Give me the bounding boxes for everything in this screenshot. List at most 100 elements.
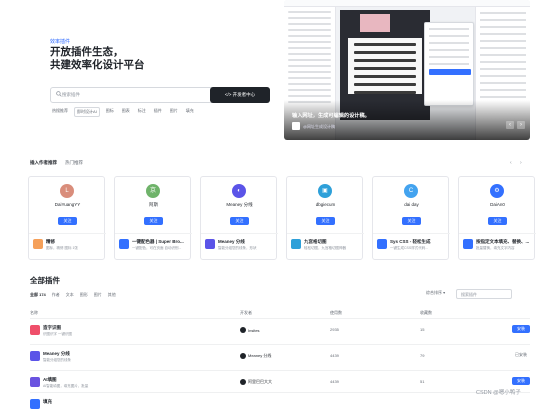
author-avatar: L — [60, 184, 74, 198]
hot-item[interactable]: 即时设计AI — [74, 107, 100, 117]
author-avatar: ⚙ — [490, 184, 504, 198]
author-avatar: C — [404, 184, 418, 198]
plugin-desc: 智能分组您的线条，形状 — [218, 246, 257, 250]
follow-button[interactable]: 关注 — [230, 217, 249, 225]
plugin-name[interactable]: Meaney 分线 — [218, 239, 274, 245]
prev-slide-button[interactable]: ‹ — [506, 121, 514, 129]
author-name: DaiAn0 — [490, 202, 505, 207]
developer-avatar — [240, 379, 246, 385]
install-button[interactable]: 安装 — [512, 377, 530, 385]
plugin-icon — [30, 399, 40, 409]
showcase-caption: 输入网址，生成可编辑的设计稿。 — [292, 113, 370, 119]
table-row[interactable]: Meaney 分线 智能分组您的线条 Meaney 分线 4439 79 已安装 — [30, 344, 530, 370]
sort-dropdown[interactable]: 综合排序 ▾ — [426, 290, 445, 296]
plugin-name[interactable]: 一键配色器 | Super Bro... — [132, 239, 188, 245]
plugin-desc: 批量替换，填充文字内容 — [476, 246, 515, 250]
editor-toolbar — [284, 0, 530, 7]
plugin-dialog — [424, 22, 474, 106]
hot-item[interactable]: 填充 — [184, 107, 196, 117]
plugin-name: 造字识图 — [43, 325, 61, 330]
author-avatar: ▣ — [318, 184, 332, 198]
filter-tabs: 全部 174 作者 文本 图形 图片 其他 — [30, 292, 116, 298]
uses-count: 4439 — [330, 353, 339, 358]
author-card[interactable]: L DaiYuangYY 关注 精修 图标，精修 图标 1张 — [28, 176, 106, 260]
follow-button[interactable]: 关注 — [58, 217, 77, 225]
author-avatar: 京 — [146, 184, 160, 198]
hero-title: 开放插件生态， 共建效率化设计平台 — [50, 46, 250, 72]
hot-item[interactable]: 图表 — [120, 107, 132, 117]
page-next-button[interactable]: › — [520, 160, 522, 166]
developer-avatar — [240, 353, 246, 359]
hot-item[interactable]: 图标 — [104, 107, 116, 117]
follow-button[interactable]: 关注 — [316, 217, 335, 225]
plugin-name[interactable]: 精修 — [46, 239, 102, 245]
hero-search-box[interactable]: 搜索插件 </> 开发者中心 — [50, 87, 270, 103]
watermark: CSDN @嗯小鸭子 — [476, 390, 521, 396]
tab-shape[interactable]: 图形 — [80, 292, 88, 298]
hot-item[interactable]: 图片 — [168, 107, 180, 117]
plugin-desc: 一键配色，可在页面 自动识别... — [132, 246, 182, 250]
plugin-icon — [30, 325, 40, 335]
table-row[interactable]: 造字识图 识图识字 一键识图 Insites 2935 15 安装 — [30, 318, 530, 344]
favs-count: 79 — [420, 353, 425, 358]
author-name: DaiYuangYY — [54, 202, 81, 207]
showcase-author: @网址生成设计稿 — [303, 124, 336, 129]
hero-title-line1: 开放插件生态， — [50, 46, 124, 58]
follow-button[interactable]: 关注 — [402, 217, 421, 225]
developer-avatar — [240, 327, 246, 333]
hot-search-list: 热搜推荐 即时设计AI 图标 图表 标注 插件 图片 填充 — [50, 107, 196, 117]
follow-button[interactable]: 关注 — [488, 217, 507, 225]
search-placeholder[interactable]: 搜索插件 — [62, 92, 80, 98]
plugin-icon — [33, 239, 43, 249]
col-uses: 使用数 — [330, 310, 342, 315]
plugin-desc: 一键生成CSS样式代码... — [390, 246, 429, 250]
tab-author-recommend[interactable]: 插入作者推荐 — [30, 160, 57, 166]
developer[interactable]: Insites — [240, 327, 260, 333]
tab-all[interactable]: 全部 174 — [30, 292, 46, 298]
author-card[interactable]: ◐ Meaney 分线 关注 Meaney 分线 智能分组您的线条，形状 — [200, 176, 278, 260]
author-card[interactable]: C dai day 关注 Sys CSS - 轻松生成 一键生成CSS样式代码.… — [372, 176, 450, 260]
author-name: dbgiecum — [315, 202, 336, 207]
hero-tag: 效率插件 — [50, 39, 71, 45]
plugin-name[interactable]: 按指定文本填充、替换、... — [476, 239, 532, 245]
plugin-name[interactable]: 九宫格切图 — [304, 239, 360, 245]
table-row[interactable]: 填充 — [30, 392, 530, 418]
plugin-search-placeholder: 搜索插件 — [461, 292, 477, 297]
col-name: 名称 — [30, 310, 38, 315]
tab-text[interactable]: 文本 — [66, 292, 74, 298]
plugin-icon — [291, 239, 301, 249]
author-card[interactable]: ⚙ DaiAn0 关注 按指定文本填充、替换、... 批量替换，填充文字内容 — [458, 176, 536, 260]
author-card[interactable]: ▣ dbgiecum 关注 九宫格切图 轻松切图，九宫格切图神器 — [286, 176, 364, 260]
next-slide-button[interactable]: › — [517, 121, 525, 129]
plugin-icon — [377, 239, 387, 249]
hot-item[interactable]: 标注 — [136, 107, 148, 117]
tab-image[interactable]: 图片 — [94, 292, 102, 298]
plugin-name[interactable]: Sys CSS - 轻松生成 — [390, 239, 446, 245]
developer[interactable]: 阿里巴巴大大 — [240, 379, 272, 385]
installed-button[interactable]: 已安装 — [512, 351, 530, 359]
page-prev-button[interactable]: ‹ — [510, 160, 512, 166]
showcase-banner[interactable]: 输入网址，生成可编辑的设计稿。 @网址生成设计稿 ‹ › — [284, 0, 530, 140]
developer-center-button[interactable]: </> 开发者中心 — [210, 87, 270, 103]
col-favs: 收藏数 — [420, 310, 432, 315]
tab-other[interactable]: 其他 — [108, 292, 116, 298]
plugin-name: Meaney 分线 — [43, 351, 70, 356]
all-plugins-title: 全部插件 — [30, 276, 60, 285]
plugin-icon — [205, 239, 215, 249]
table-header: 名称 开发者 使用数 收藏数 — [30, 308, 530, 318]
hot-search-label: 热搜推荐 — [52, 108, 68, 113]
author-avatar — [292, 122, 300, 130]
tab-hot-recommend[interactable]: 热门推荐 — [65, 160, 83, 166]
tab-author[interactable]: 作者 — [52, 292, 60, 298]
plugin-icon — [30, 377, 40, 387]
follow-button[interactable]: 关注 — [144, 217, 163, 225]
author-avatar: ◐ — [232, 184, 246, 198]
plugin-icon — [463, 239, 473, 249]
hero-title-line2: 共建效率化设计平台 — [50, 59, 145, 71]
hot-item[interactable]: 插件 — [152, 107, 164, 117]
uses-count: 4439 — [330, 379, 339, 384]
developer[interactable]: Meaney 分线 — [240, 353, 271, 359]
install-button[interactable]: 安装 — [512, 325, 530, 333]
plugin-search-input[interactable]: 搜索插件 — [456, 289, 512, 299]
author-card[interactable]: 京 阿斯 关注 一键配色器 | Super Bro... 一键配色，可在页面 自… — [114, 176, 192, 260]
